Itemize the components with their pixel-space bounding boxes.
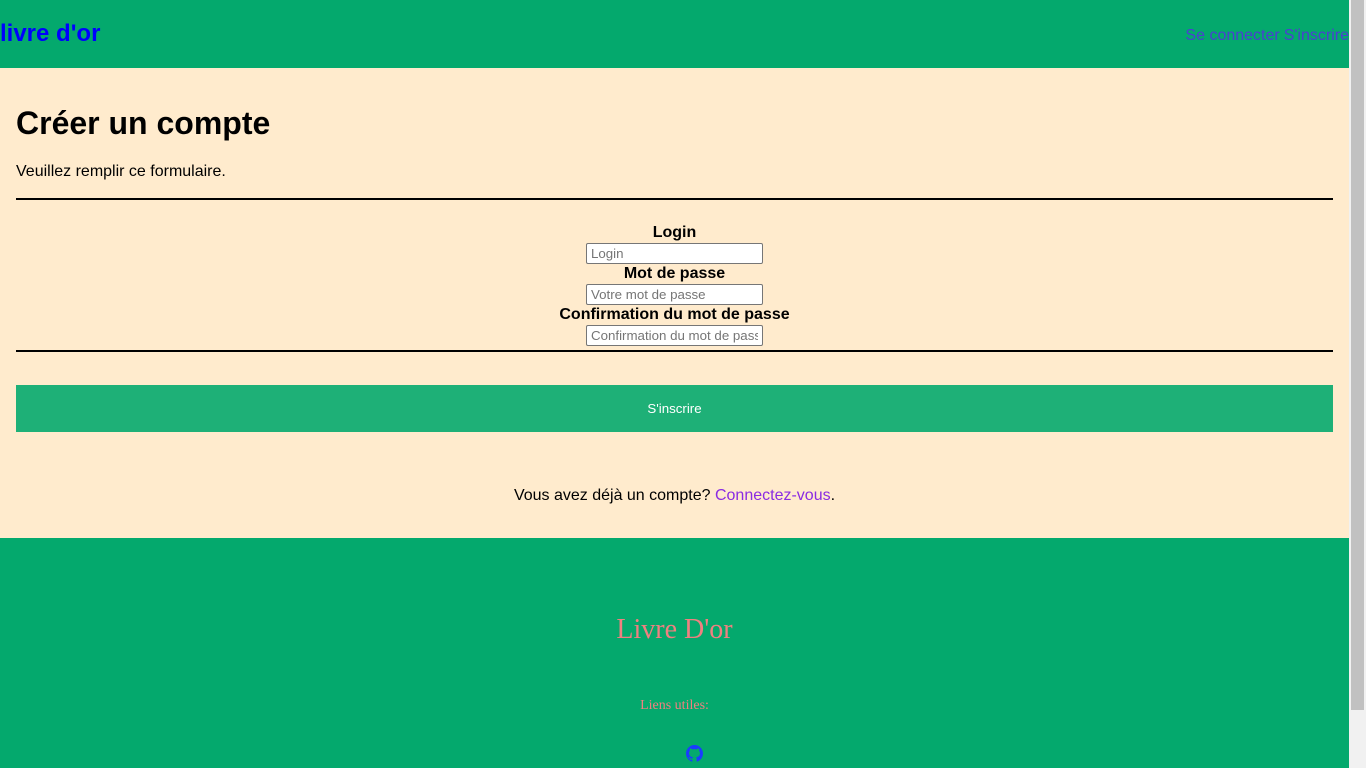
github-link[interactable] [686, 745, 703, 762]
login-prompt: Vous avez déjà un compte? Connectez-vous… [16, 486, 1333, 506]
scrollbar-thumb[interactable] [1351, 0, 1364, 710]
site-header: livre d'or Se connecter S'inscrire [0, 0, 1349, 68]
github-icon [686, 745, 703, 762]
login-label: Login [652, 224, 697, 241]
password-input[interactable] [586, 284, 763, 305]
register-section: Créer un compte Veuillez remplir ce form… [16, 68, 1333, 538]
password-label: Mot de passe [623, 265, 726, 282]
register-form: Login Mot de passe Confirmation du mot d… [16, 223, 1333, 346]
footer-title: Livre D'or [616, 614, 733, 645]
site-footer: Livre D'or Liens utiles: [0, 538, 1349, 768]
confirm-password-label: Confirmation du mot de passe [559, 306, 790, 323]
form-intro: Veuillez remplir ce formulaire. [16, 163, 226, 180]
nav-register-link[interactable]: S'inscrire [1284, 27, 1349, 44]
divider-bottom [16, 350, 1333, 352]
login-prompt-suffix: . [830, 487, 836, 504]
footer-links-label: Liens utiles: [640, 698, 709, 713]
login-prompt-text: Vous avez déjà un compte? [513, 487, 715, 504]
page-title: Créer un compte [16, 105, 271, 141]
login-link[interactable]: Connectez-vous [715, 487, 831, 504]
login-input[interactable] [586, 243, 763, 264]
register-submit-button[interactable]: S'inscrire [16, 385, 1333, 432]
top-nav: Se connecter S'inscrire [1181, 26, 1349, 46]
confirm-password-input[interactable] [586, 325, 763, 346]
site-title-link[interactable]: livre d'or [0, 19, 100, 49]
divider-top [16, 198, 1333, 200]
nav-login-link[interactable]: Se connecter [1185, 27, 1279, 44]
page-scrollbar[interactable] [1349, 0, 1366, 768]
page: livre d'or Se connecter S'inscrire Créer … [0, 0, 1349, 768]
